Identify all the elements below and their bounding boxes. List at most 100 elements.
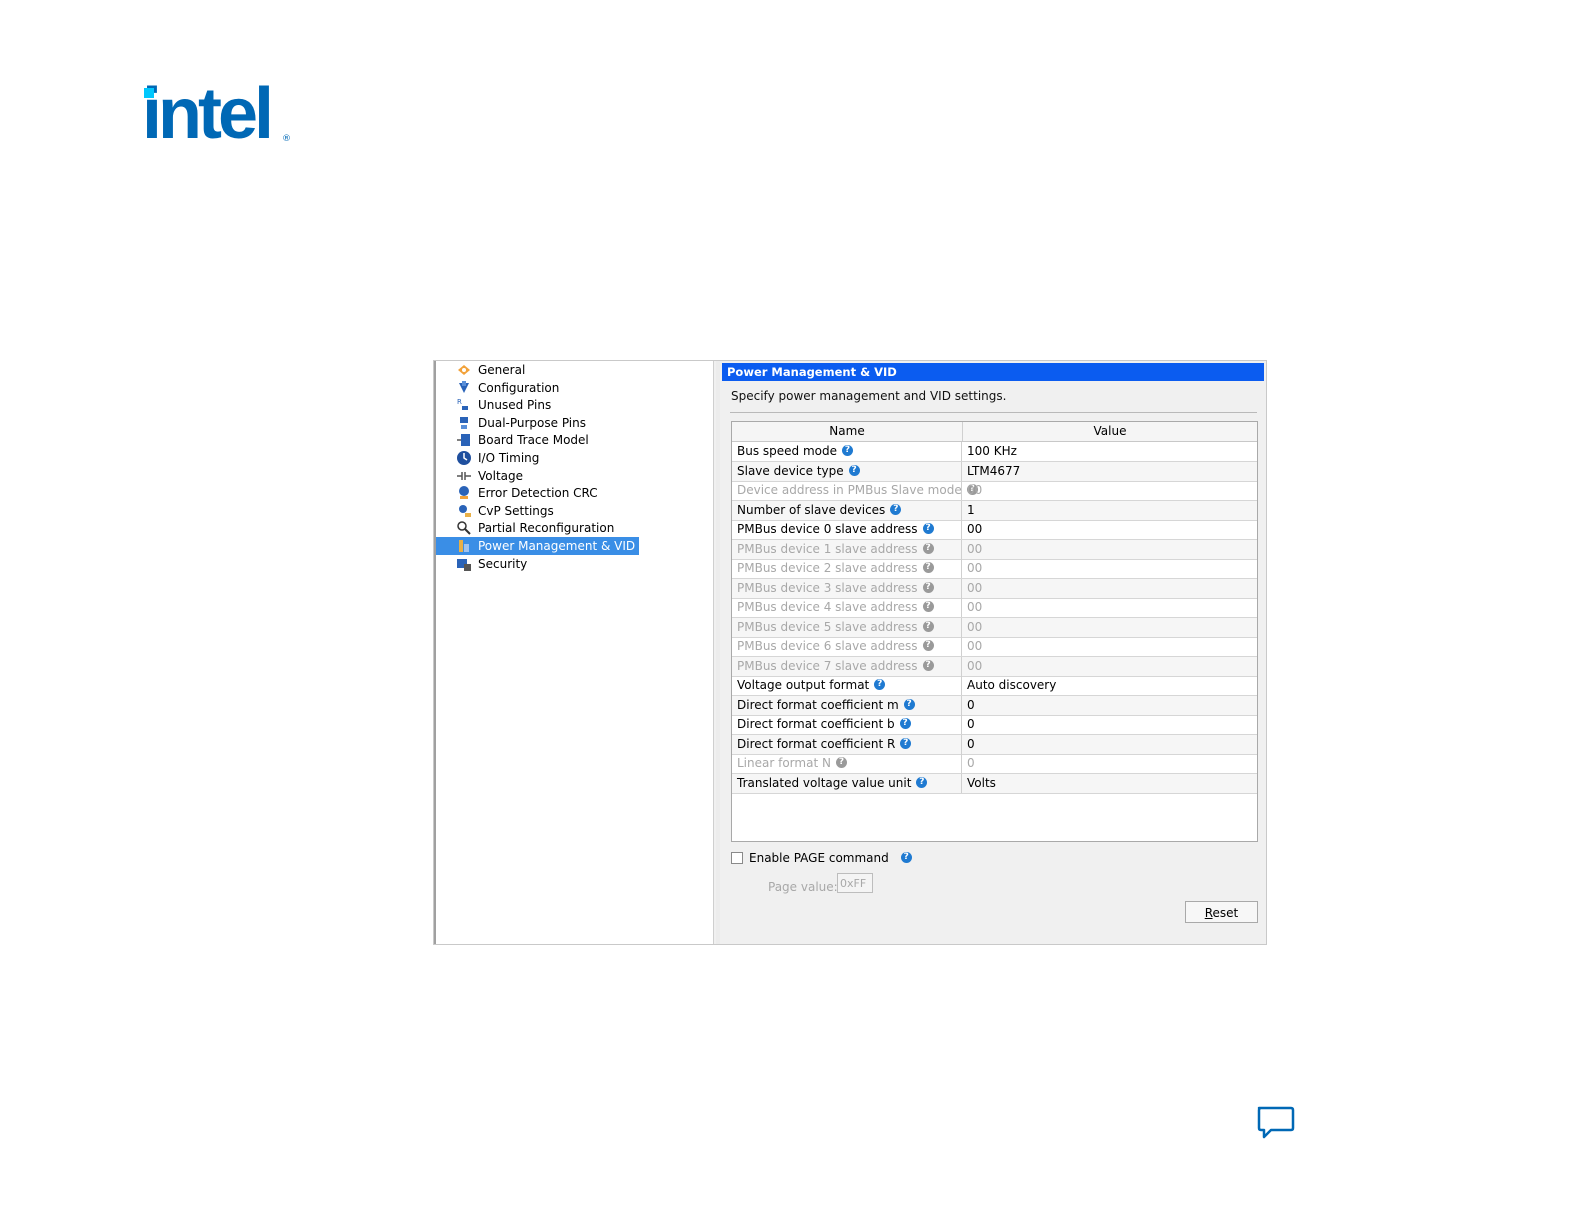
setting-value[interactable]: 0 [963,735,1257,754]
setting-name: PMBus device 6 slave address? [732,637,962,656]
setting-name-text: Linear format N [737,756,831,770]
enable-page-checkbox[interactable] [731,852,743,864]
table-row[interactable]: Device address in PMBus Slave mode? 00 [732,481,1257,501]
help-icon[interactable]: ? [922,640,934,651]
feedback-icon[interactable] [1255,1104,1295,1144]
table-row[interactable]: Direct format coefficient b? 0 [732,715,1257,735]
setting-value: 00 [967,483,983,497]
help-icon[interactable]: ? [922,620,934,632]
setting-name-text: Translated voltage value unit [737,775,912,790]
setting-name: Slave device type? [732,461,962,481]
table-row[interactable]: PMBus device 6 slave address? 00 [732,637,1257,657]
table-row[interactable]: Linear format N? 0 [732,754,1257,774]
help-icon[interactable]: ? [922,523,934,534]
setting-name-text: Bus speed mode [737,444,838,458]
help-icon[interactable]: ? [848,464,860,476]
tree-item-voltage[interactable]: Voltage [456,467,523,485]
help-icon[interactable]: ? [899,718,911,729]
setting-value[interactable]: 00 [963,520,1257,539]
setting-name: Direct format coefficient m? [732,695,962,715]
error-detection-crc-icon [456,485,472,501]
setting-value[interactable]: 100 KHz [963,442,1257,461]
table-row[interactable]: PMBus device 5 slave address? 00 [732,617,1257,638]
general-icon [456,362,472,378]
tree-item-partial-reconfiguration[interactable]: Partial Reconfiguration [456,519,614,537]
setting-value: 00 [967,561,983,575]
setting-name-text: PMBus device 1 slave address [737,541,918,556]
table-row[interactable]: Translated voltage value unit? Volts [732,773,1257,794]
help-icon[interactable]: ? [842,445,854,456]
help-icon[interactable]: ? [922,542,934,554]
page-value-input[interactable]: 0xFF [837,873,873,893]
configuration-icon [456,380,472,396]
column-header-value[interactable]: Value [963,422,1257,441]
power-management-icon [456,538,472,554]
tree-item-error-detection-crc[interactable]: Error Detection CRC [456,484,598,502]
setting-value[interactable]: LTM4677 [963,462,1257,481]
setting-name: PMBus device 1 slave address? [732,539,962,559]
table-row[interactable]: PMBus device 3 slave address? 00 [732,578,1257,599]
tree-item-security[interactable]: Security [456,555,527,573]
cvp-settings-icon [456,503,472,519]
setting-name-text: Direct format coefficient b [737,717,895,731]
help-icon[interactable]: ? [835,757,847,768]
tree-item-dual-purpose-pins[interactable]: Dual-Purpose Pins [456,414,586,432]
table-row[interactable]: PMBus device 7 slave address? 00 [732,656,1257,677]
tree-item-unused-pins[interactable]: R Unused Pins [456,396,551,414]
tree-item-configuration[interactable]: Configuration [456,379,559,397]
tree-item-general[interactable]: General [456,361,525,379]
reset-button[interactable]: Reset [1185,901,1258,923]
help-icon[interactable]: ? [922,601,934,612]
dual-purpose-pins-icon [456,415,472,431]
help-icon[interactable]: ? [922,581,934,593]
table-row[interactable]: Bus speed mode? 100 KHz [732,442,1257,462]
table-row[interactable]: PMBus device 4 slave address? 00 [732,598,1257,618]
tree-item-io-timing[interactable]: I/O Timing [456,449,539,467]
setting-value[interactable]: Volts [963,774,1257,793]
setting-name-text: Direct format coefficient R [737,736,896,751]
table-row[interactable]: PMBus device 2 slave address? 00 [732,559,1257,579]
tree-item-power-management[interactable]: Power Management & VID [436,537,640,555]
tree-item-board-trace-model[interactable]: Board Trace Model [456,431,589,449]
setting-name: PMBus device 4 slave address? [732,598,962,617]
io-timing-icon [456,450,472,466]
help-icon[interactable]: ? [922,659,934,671]
table-row[interactable]: Voltage output format? Auto discovery [732,676,1257,696]
setting-name-text: PMBus device 7 slave address [737,658,918,673]
tree-item-label: Board Trace Model [478,433,589,448]
help-icon[interactable]: ? [890,503,902,515]
enable-page-command[interactable]: Enable PAGE command ? [731,851,912,865]
setting-name: Direct format coefficient b? [732,715,962,734]
setting-name: PMBus device 2 slave address? [732,559,962,578]
setting-value: 00 [967,541,983,556]
tree-item-label: Security [478,556,528,571]
setting-name-text: Number of slave devices [737,502,886,517]
help-icon[interactable]: ? [900,737,912,749]
help-icon[interactable]: ? [922,562,934,573]
table-row[interactable]: Number of slave devices? 1 [732,500,1257,521]
setting-value[interactable]: 1 [963,501,1257,520]
help-icon[interactable]: ? [916,776,928,788]
setting-name: Translated voltage value unit? [732,773,962,793]
tree-item-label: Power Management & VID [478,539,636,553]
table-row[interactable]: Direct format coefficient m? 0 [732,695,1257,716]
table-row[interactable]: Slave device type? LTM4677 [732,461,1257,482]
help-icon[interactable]: ? [874,679,886,690]
help-icon[interactable]: ? [900,851,912,863]
setting-value[interactable]: 0 [963,715,1257,734]
setting-value[interactable]: Auto discovery [963,676,1257,695]
table-row[interactable]: PMBus device 1 slave address? 00 [732,539,1257,560]
tree-item-cvp-settings[interactable]: CvP Settings [456,502,554,520]
setting-name: PMBus device 0 slave address? [732,520,962,539]
table-row[interactable]: PMBus device 0 slave address? 00 [732,520,1257,540]
device-options-dialog: General Configuration R Unused Pins Dual-Pur… [433,360,1267,945]
table-row[interactable]: Direct format coefficient R? 0 [732,734,1257,755]
partial-reconfiguration-icon [456,520,472,536]
setting-value[interactable]: 0 [963,696,1257,715]
help-icon[interactable]: ? [903,698,915,710]
settings-panel: Power Management & VID Specify power man… [720,361,1264,944]
setting-name-text: PMBus device 2 slave address [737,561,918,575]
setting-name: Number of slave devices? [732,500,962,520]
panel-title: Power Management & VID [722,363,1264,381]
column-header-name[interactable]: Name [732,422,963,441]
